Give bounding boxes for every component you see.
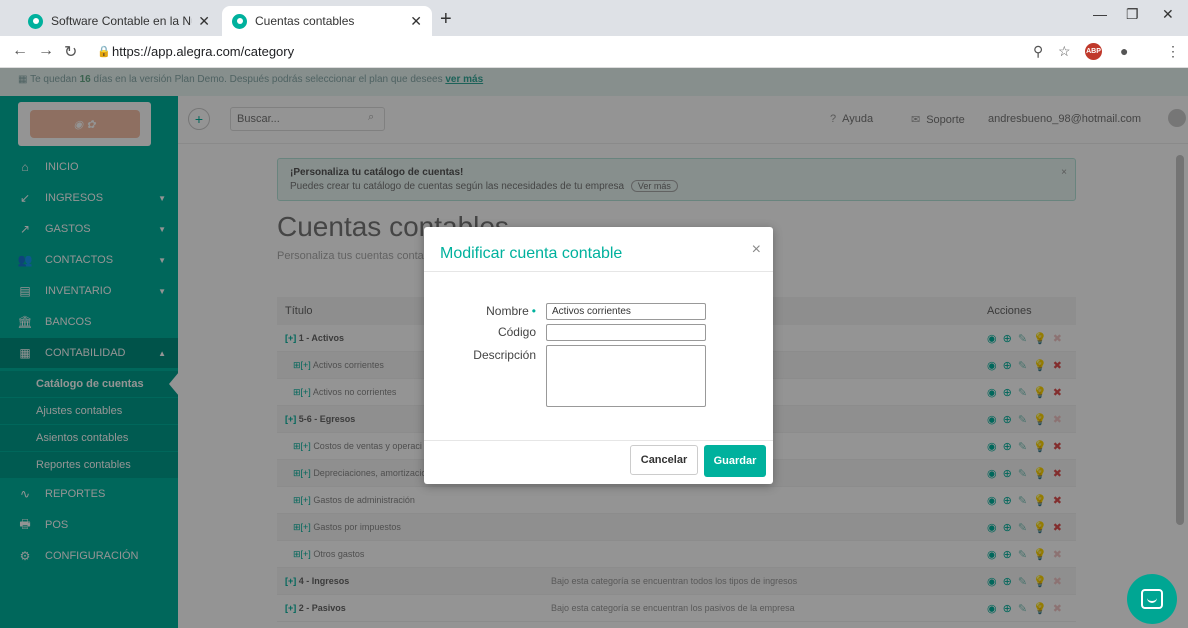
profile-icon[interactable]: ● [1120, 43, 1128, 59]
cancel-button[interactable]: Cancelar [630, 445, 698, 475]
browser-tab-software[interactable]: Software Contable en la Nube pa ✕ [18, 6, 220, 36]
close-window-button[interactable]: ✕ [1162, 6, 1174, 23]
code-field[interactable] [546, 324, 706, 341]
modal-divider [424, 271, 773, 272]
back-arrow-icon[interactable]: ← [12, 42, 28, 60]
tab-title: Software Contable en la Nube pa [51, 14, 192, 28]
url-field[interactable]: https://app.alegra.com/category [112, 44, 294, 59]
zoom-icon[interactable]: ⚲ [1033, 43, 1043, 60]
modal-footer-divider [424, 440, 773, 441]
new-tab-button[interactable]: + [440, 8, 452, 31]
reload-icon[interactable]: ↻ [64, 42, 77, 62]
tab-title: Cuentas contables [255, 14, 355, 28]
save-button[interactable]: Guardar [704, 445, 766, 477]
code-label: Código [497, 325, 536, 339]
name-label: Nombre • [436, 304, 536, 318]
modal-close-icon[interactable]: × [752, 241, 761, 259]
close-tab-icon[interactable]: ✕ [410, 13, 422, 30]
modal-title: Modificar cuenta contable [440, 245, 623, 262]
close-tab-icon[interactable]: ✕ [198, 13, 210, 30]
browser-tab-bar: Software Contable en la Nube pa ✕ Cuenta… [0, 0, 1188, 36]
chat-launcher-button[interactable] [1127, 574, 1177, 624]
minimize-button[interactable]: — [1093, 6, 1107, 22]
alegra-favicon-icon [28, 13, 43, 29]
menu-kebab-icon[interactable]: ⋮ [1166, 43, 1180, 60]
chat-icon [1141, 589, 1163, 609]
edit-account-modal: Modificar cuenta contable × Nombre• Códi… [424, 227, 773, 484]
bookmark-star-icon[interactable]: ☆ [1058, 43, 1071, 60]
lock-icon: 🔒 [97, 46, 111, 58]
forward-arrow-icon[interactable]: → [38, 42, 54, 60]
alegra-favicon-icon [232, 13, 247, 29]
address-bar: ← → ↻ 🔒 https://app.alegra.com/category … [0, 36, 1188, 68]
adblock-extension-icon[interactable]: ABP [1085, 43, 1102, 60]
maximize-button[interactable]: ❐ [1126, 6, 1139, 23]
description-field[interactable] [546, 345, 706, 407]
description-label: Descripción [473, 348, 536, 362]
required-marker: • [531, 304, 536, 318]
name-label-text: Nombre [486, 304, 529, 318]
browser-tab-cuentas[interactable]: Cuentas contables ✕ [222, 6, 432, 36]
name-field[interactable] [546, 303, 706, 320]
